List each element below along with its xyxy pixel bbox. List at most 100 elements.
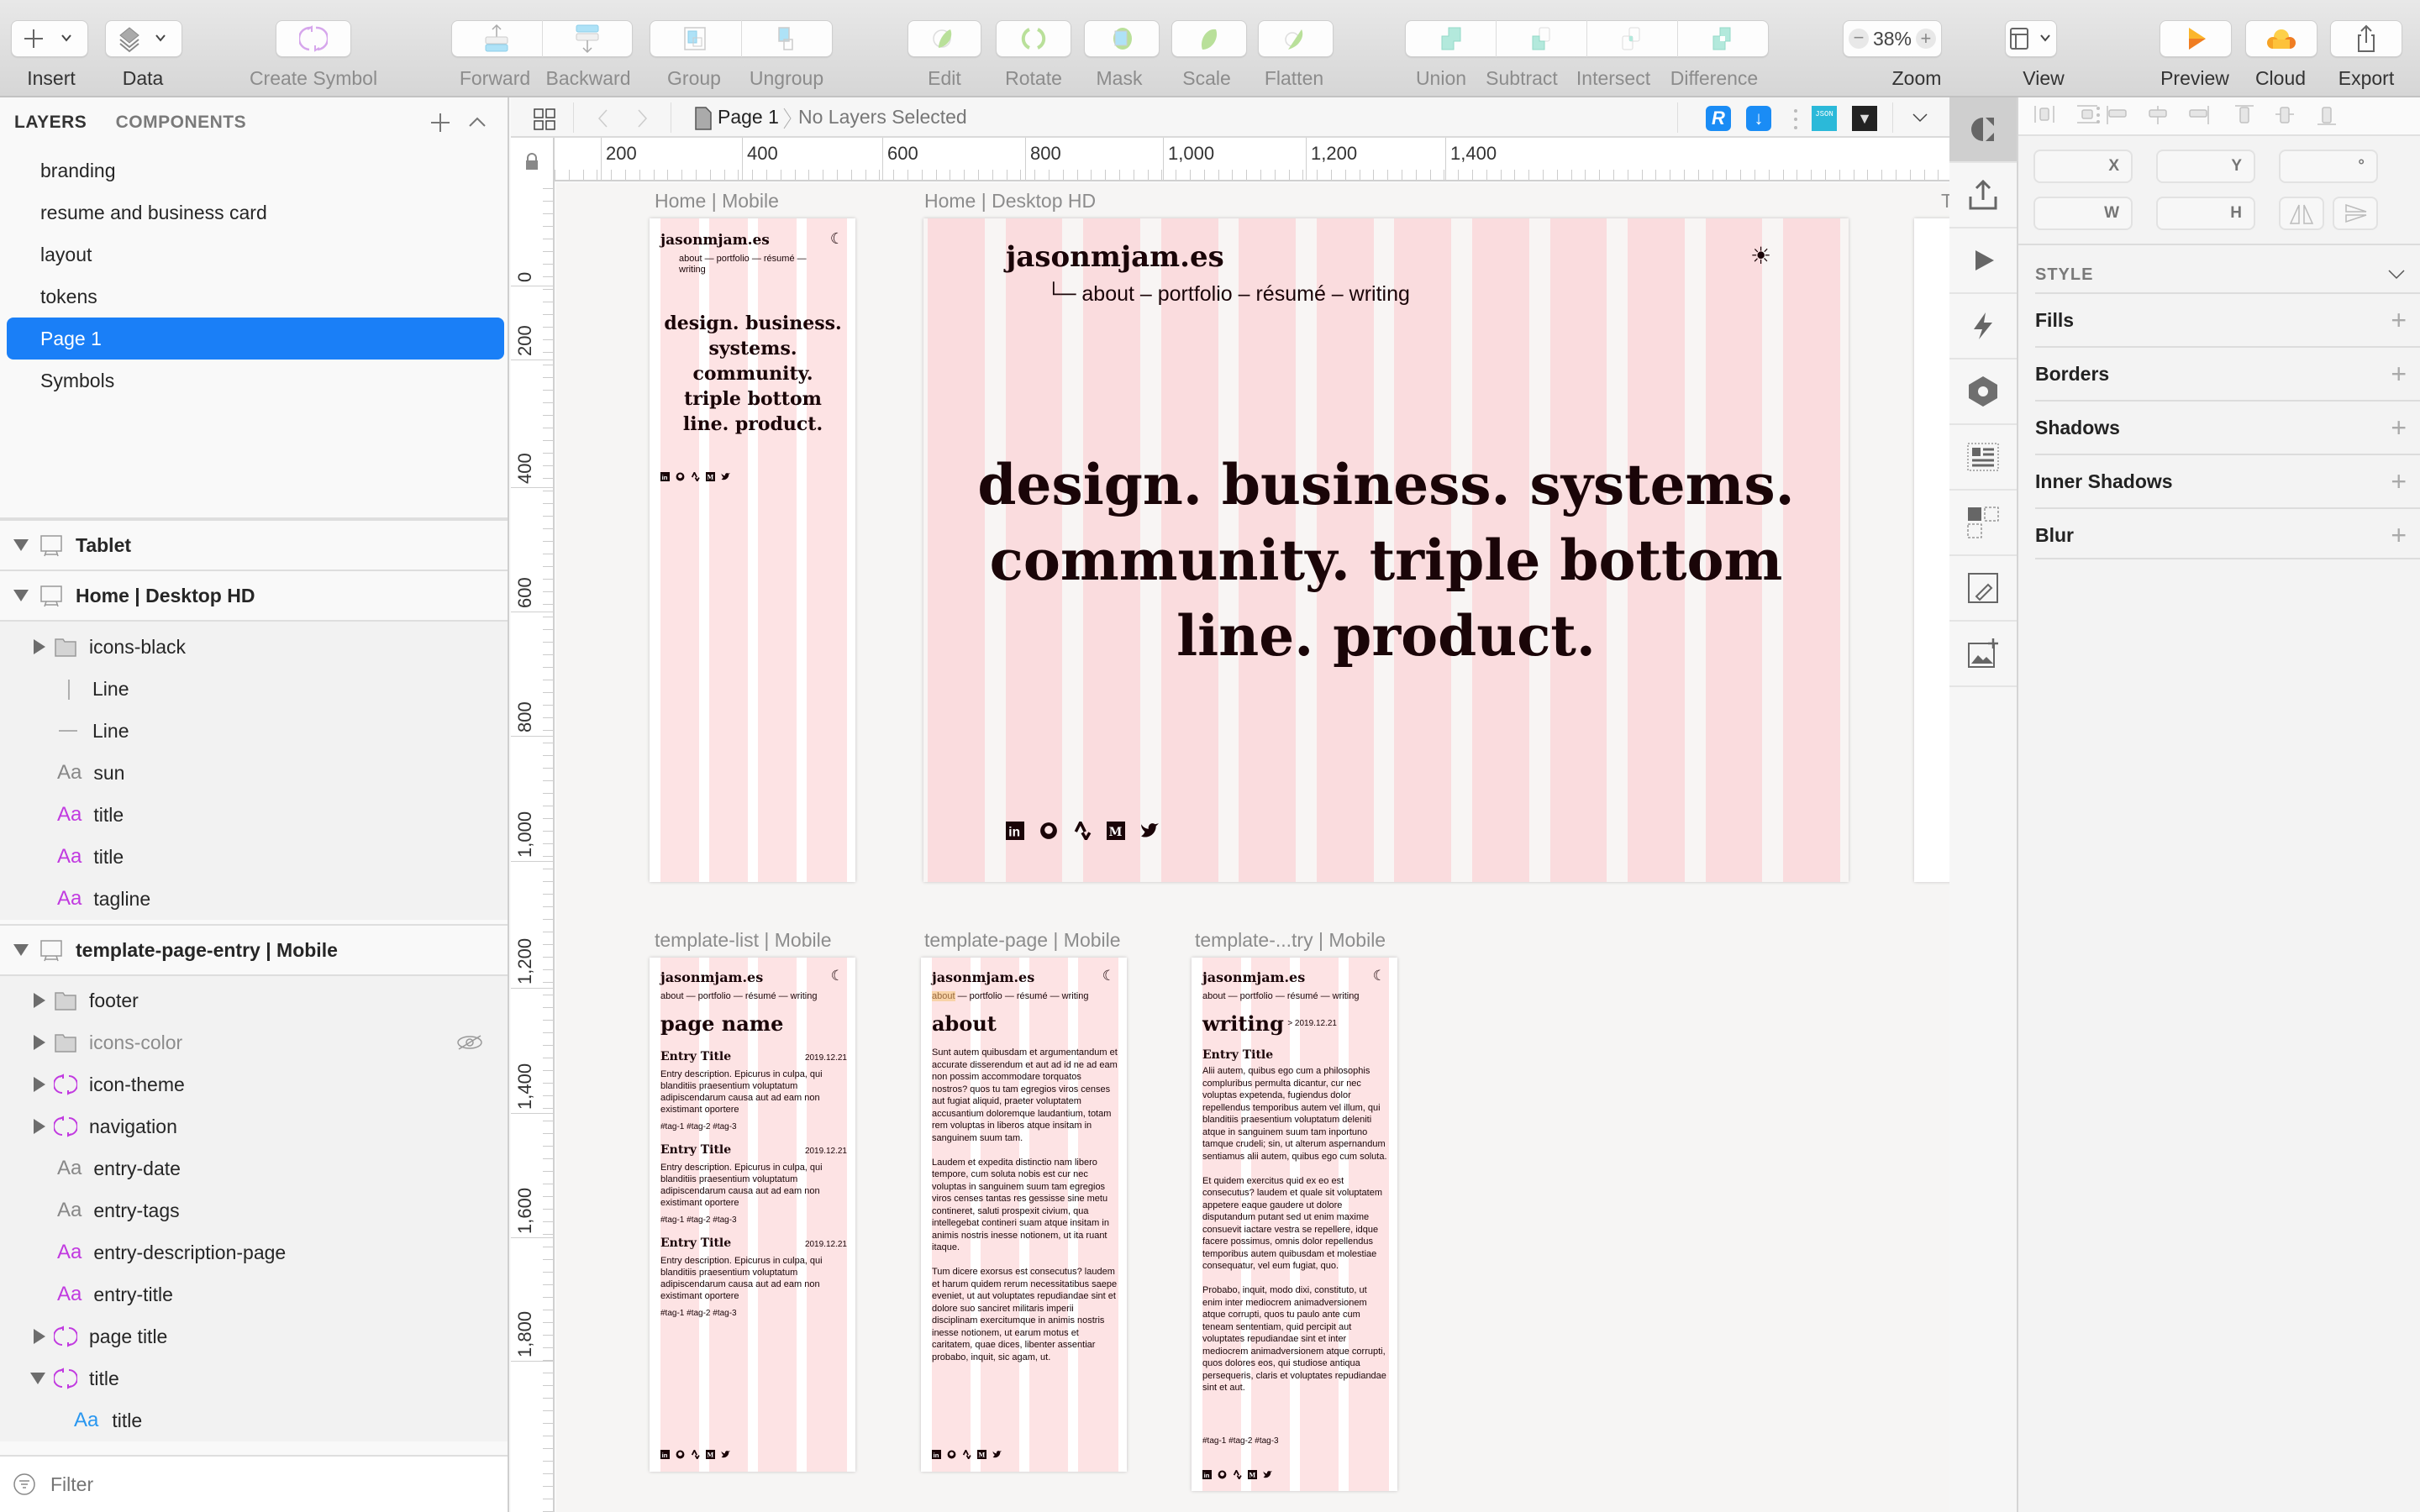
twitter-icon[interactable] xyxy=(1263,1470,1272,1479)
disclosure-open-icon[interactable] xyxy=(13,539,29,551)
strava-icon[interactable] xyxy=(691,1450,700,1459)
add-fill-icon[interactable]: + xyxy=(2391,294,2407,346)
canvas[interactable]: Home | Mobile jasonmjam.es ☾ about — por… xyxy=(556,183,1949,1512)
strava-icon[interactable] xyxy=(691,472,700,481)
artboard-label-template-list[interactable]: template-list | Mobile xyxy=(655,929,832,952)
mask-button[interactable] xyxy=(1084,20,1160,57)
fills-section[interactable]: Fills + xyxy=(2035,292,2420,344)
ruler-lock-icon[interactable] xyxy=(523,151,541,171)
layer-artboard-home-desktop[interactable]: Home | Desktop HD xyxy=(0,570,508,622)
twitter-icon[interactable] xyxy=(1140,822,1159,840)
scale-button[interactable] xyxy=(1171,20,1247,57)
add-border-icon[interactable]: + xyxy=(2391,348,2407,400)
slices-tab[interactable] xyxy=(1949,491,2017,556)
x-field[interactable] xyxy=(2033,150,2133,183)
flip-horizontal-button[interactable] xyxy=(2279,197,2324,230)
disclosure-open-icon[interactable] xyxy=(13,944,29,956)
page-item-branding[interactable]: branding xyxy=(7,150,504,192)
flip-vertical-button[interactable] xyxy=(2333,197,2378,230)
zoom-in-button[interactable]: + xyxy=(1915,29,1936,49)
union-button[interactable] xyxy=(1406,24,1496,53)
tab-components[interactable]: COMPONENTS xyxy=(116,113,247,132)
style-collapse-chevron-icon[interactable] xyxy=(2386,265,2407,282)
strava-icon[interactable] xyxy=(962,1450,971,1459)
layer-artboard-tablet[interactable]: Tablet xyxy=(0,519,508,571)
layer-title[interactable]: Aa title xyxy=(0,794,508,836)
layer-title-override[interactable]: Aa title xyxy=(0,1399,508,1441)
list-entry[interactable]: Entry Title 2019.12.21 Entry description. … xyxy=(660,1236,847,1318)
collapse-pages-icon[interactable] xyxy=(467,114,487,131)
add-image-tab[interactable] xyxy=(1949,622,2017,687)
group-button[interactable] xyxy=(650,24,741,53)
forward-button[interactable] xyxy=(452,24,542,54)
layer-line-vertical[interactable]: Line xyxy=(0,668,508,710)
artboard-label-home-mobile[interactable]: Home | Mobile xyxy=(655,190,779,213)
twitter-icon[interactable] xyxy=(721,472,730,481)
data-button[interactable] xyxy=(105,20,182,57)
flatten-button[interactable] xyxy=(1258,20,1334,57)
list-entry[interactable]: Entry Title 2019.12.21 Entry description. … xyxy=(660,1050,847,1131)
layer-page-title[interactable]: page title xyxy=(0,1315,508,1357)
layer-entry-tags[interactable]: Aa entry-tags xyxy=(0,1189,508,1231)
disclosure-closed-icon[interactable] xyxy=(34,1077,45,1092)
zoom-out-button[interactable]: − xyxy=(1849,29,1869,49)
linkedin-icon[interactable]: in xyxy=(932,1450,941,1459)
disclosure-closed-icon[interactable] xyxy=(34,1035,45,1050)
artboard-tablet[interactable] xyxy=(1914,218,1949,882)
blur-section[interactable]: Blur + xyxy=(2035,507,2420,559)
page-item-symbols[interactable]: Symbols xyxy=(7,360,504,402)
artboard-label-home-desktop[interactable]: Home | Desktop HD xyxy=(924,190,1096,213)
layer-artboard-template-page-entry[interactable]: template-page-entry | Mobile xyxy=(0,924,508,976)
disclosure-closed-icon[interactable] xyxy=(34,1119,45,1134)
zoom-value[interactable]: 38% xyxy=(1873,28,1912,50)
layout-tab[interactable] xyxy=(1949,425,2017,491)
layer-icons-color[interactable]: icons-color xyxy=(0,1021,508,1063)
disclosure-closed-icon[interactable] xyxy=(34,1329,45,1344)
page-item-page-1[interactable]: Page 1 xyxy=(7,318,504,360)
components-grid-icon[interactable] xyxy=(533,108,558,133)
hidden-eye-icon[interactable] xyxy=(455,1032,484,1053)
medium-icon[interactable]: M xyxy=(1107,822,1125,840)
layer-entry-description-page[interactable]: Aa entry-description-page xyxy=(0,1231,508,1273)
interactions-tab[interactable] xyxy=(1949,294,2017,360)
borders-section[interactable]: Borders + xyxy=(2035,346,2420,398)
github-icon[interactable] xyxy=(1218,1470,1227,1479)
list-entry[interactable]: Entry Title 2019.12.21 Entry description. … xyxy=(660,1143,847,1225)
backward-button[interactable] xyxy=(542,24,632,54)
layer-title-symbol[interactable]: title xyxy=(0,1357,508,1399)
linkedin-icon[interactable]: in xyxy=(660,1450,670,1459)
add-blur-icon[interactable]: + xyxy=(2391,509,2407,561)
edit-image-tab[interactable] xyxy=(1949,556,2017,622)
prototype-tab[interactable] xyxy=(1949,228,2017,294)
layer-navigation[interactable]: navigation xyxy=(0,1105,508,1147)
artboard-label-template-entry[interactable]: template-...try | Mobile xyxy=(1195,929,1386,952)
artboard-template-list[interactable]: jasonmjam.es ☾ about — portfolio — résum… xyxy=(650,958,855,1472)
forward-arrow-icon[interactable] xyxy=(634,108,650,129)
difference-button[interactable] xyxy=(1678,24,1768,53)
insert-button[interactable] xyxy=(11,20,88,57)
export-tab[interactable] xyxy=(1949,163,2017,228)
medium-icon[interactable]: M xyxy=(977,1450,986,1459)
linkedin-icon[interactable]: in xyxy=(1202,1470,1212,1479)
artboard-home-mobile[interactable]: jasonmjam.es ☾ about — portfolio — résum… xyxy=(650,218,855,882)
linkedin-icon[interactable]: in xyxy=(1006,822,1024,840)
medium-icon[interactable]: M xyxy=(706,1450,715,1459)
subtract-button[interactable] xyxy=(1497,24,1586,53)
github-icon[interactable] xyxy=(947,1450,956,1459)
medium-icon[interactable]: M xyxy=(1248,1470,1257,1479)
rotate-button[interactable] xyxy=(996,20,1071,57)
twitter-icon[interactable] xyxy=(992,1450,1002,1459)
github-icon[interactable] xyxy=(1039,822,1058,840)
artboard-template-page[interactable]: jasonmjam.es ☾ about — portfolio — résum… xyxy=(921,958,1127,1472)
layer-sun[interactable]: Aa sun xyxy=(0,752,508,794)
create-symbol-button[interactable] xyxy=(276,20,351,57)
disclosure-closed-icon[interactable] xyxy=(34,993,45,1008)
layer-entry-date[interactable]: Aa entry-date xyxy=(0,1147,508,1189)
breadcrumb-page[interactable]: Page 1 xyxy=(718,106,779,129)
linkedin-icon[interactable]: in xyxy=(660,472,670,481)
add-inner-shadow-icon[interactable]: + xyxy=(2391,455,2407,507)
plugins-menu-chevron-icon[interactable] xyxy=(1911,111,1929,124)
artboard-label-tablet[interactable]: Tab xyxy=(1941,190,1949,213)
shadows-section[interactable]: Shadows + xyxy=(2035,400,2420,452)
artboard-label-template-page[interactable]: template-page | Mobile xyxy=(924,929,1121,952)
